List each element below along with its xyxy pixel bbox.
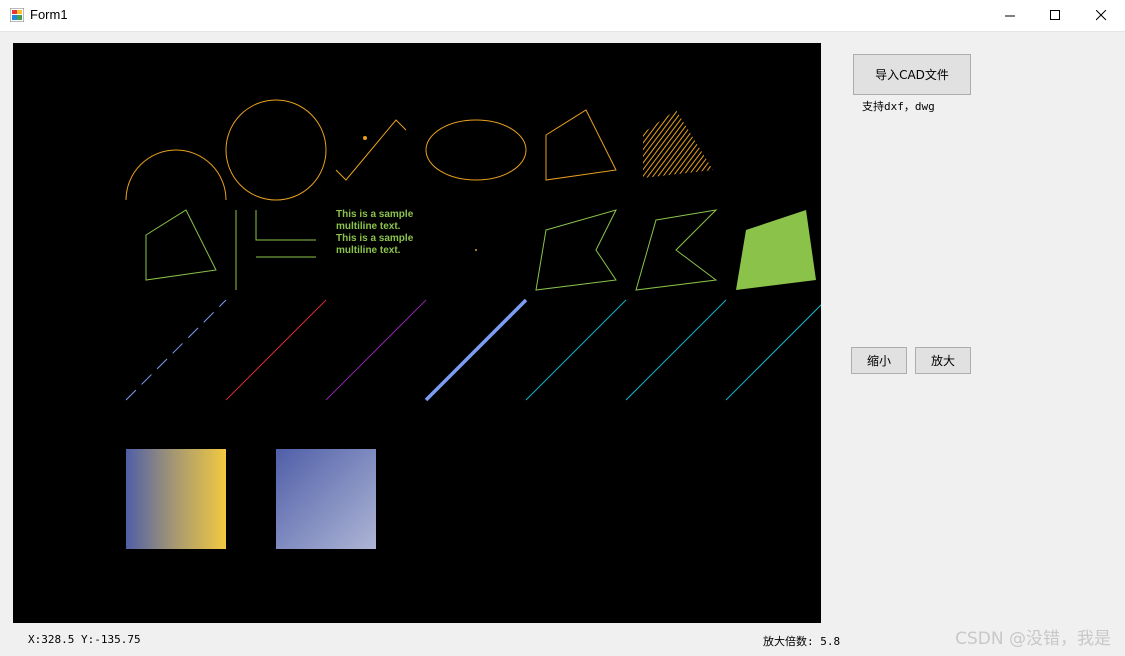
cad-multiline-text-1: This is a sample xyxy=(336,209,414,220)
cad-polyline-green-1 xyxy=(535,209,617,291)
close-button[interactable] xyxy=(1078,0,1124,31)
cad-line-cyan-2 xyxy=(625,299,727,401)
cad-drawing: This is a sample multiline text. This is… xyxy=(125,99,821,549)
cad-dimension-line xyxy=(335,119,407,181)
minimize-icon xyxy=(1004,15,1015,17)
cad-hatch xyxy=(643,110,713,178)
cad-solid-fill xyxy=(736,210,816,290)
cad-corner-line xyxy=(255,210,316,241)
watermark: CSDN @没错，我是 xyxy=(955,629,1111,649)
cad-circle xyxy=(225,99,327,201)
zoom-in-button[interactable]: 放大 xyxy=(915,347,971,374)
cad-multiline-text-3: This is a sample xyxy=(336,233,414,244)
cad-multiline-text-4: multiline text. xyxy=(336,245,401,256)
cad-arc xyxy=(125,149,227,201)
cad-polyline-green-2 xyxy=(635,209,718,291)
cad-line-cyan-3 xyxy=(725,304,821,401)
window-title: Form1 xyxy=(30,7,68,22)
cad-line-dashed xyxy=(125,299,227,401)
title-bar: Form1 xyxy=(0,0,1125,32)
cad-polygon-green xyxy=(145,209,217,281)
cad-line-red xyxy=(225,299,327,401)
maximize-icon xyxy=(1049,10,1060,20)
cad-point xyxy=(475,249,477,251)
cad-canvas[interactable]: This is a sample multiline text. This is… xyxy=(13,43,821,623)
app-icon xyxy=(10,8,24,22)
import-cad-button[interactable]: 导入CAD文件 xyxy=(853,54,971,95)
coordinates-label: X:328.5 Y:-135.75 xyxy=(28,633,141,646)
zoom-factor-label: 放大倍数: 5.8 xyxy=(763,635,841,648)
cad-line-thick-blue xyxy=(424,298,528,402)
cad-multiline-text-2: multiline text. xyxy=(336,221,401,232)
cad-dimension-marker xyxy=(363,136,367,140)
supported-formats-label: 支持dxf，dwg xyxy=(862,100,935,113)
cad-line-purple xyxy=(325,299,427,401)
minimize-button[interactable] xyxy=(987,0,1033,31)
close-icon xyxy=(1095,10,1106,21)
cad-ellipse xyxy=(425,119,527,181)
cad-gradient-fill-diagonal xyxy=(276,449,376,549)
cad-line-cyan-1 xyxy=(525,299,627,401)
zoom-out-button[interactable]: 缩小 xyxy=(851,347,907,374)
maximize-button[interactable] xyxy=(1032,0,1078,31)
cad-polygon-orange xyxy=(545,109,617,181)
cad-gradient-fill-horizontal xyxy=(126,449,226,549)
